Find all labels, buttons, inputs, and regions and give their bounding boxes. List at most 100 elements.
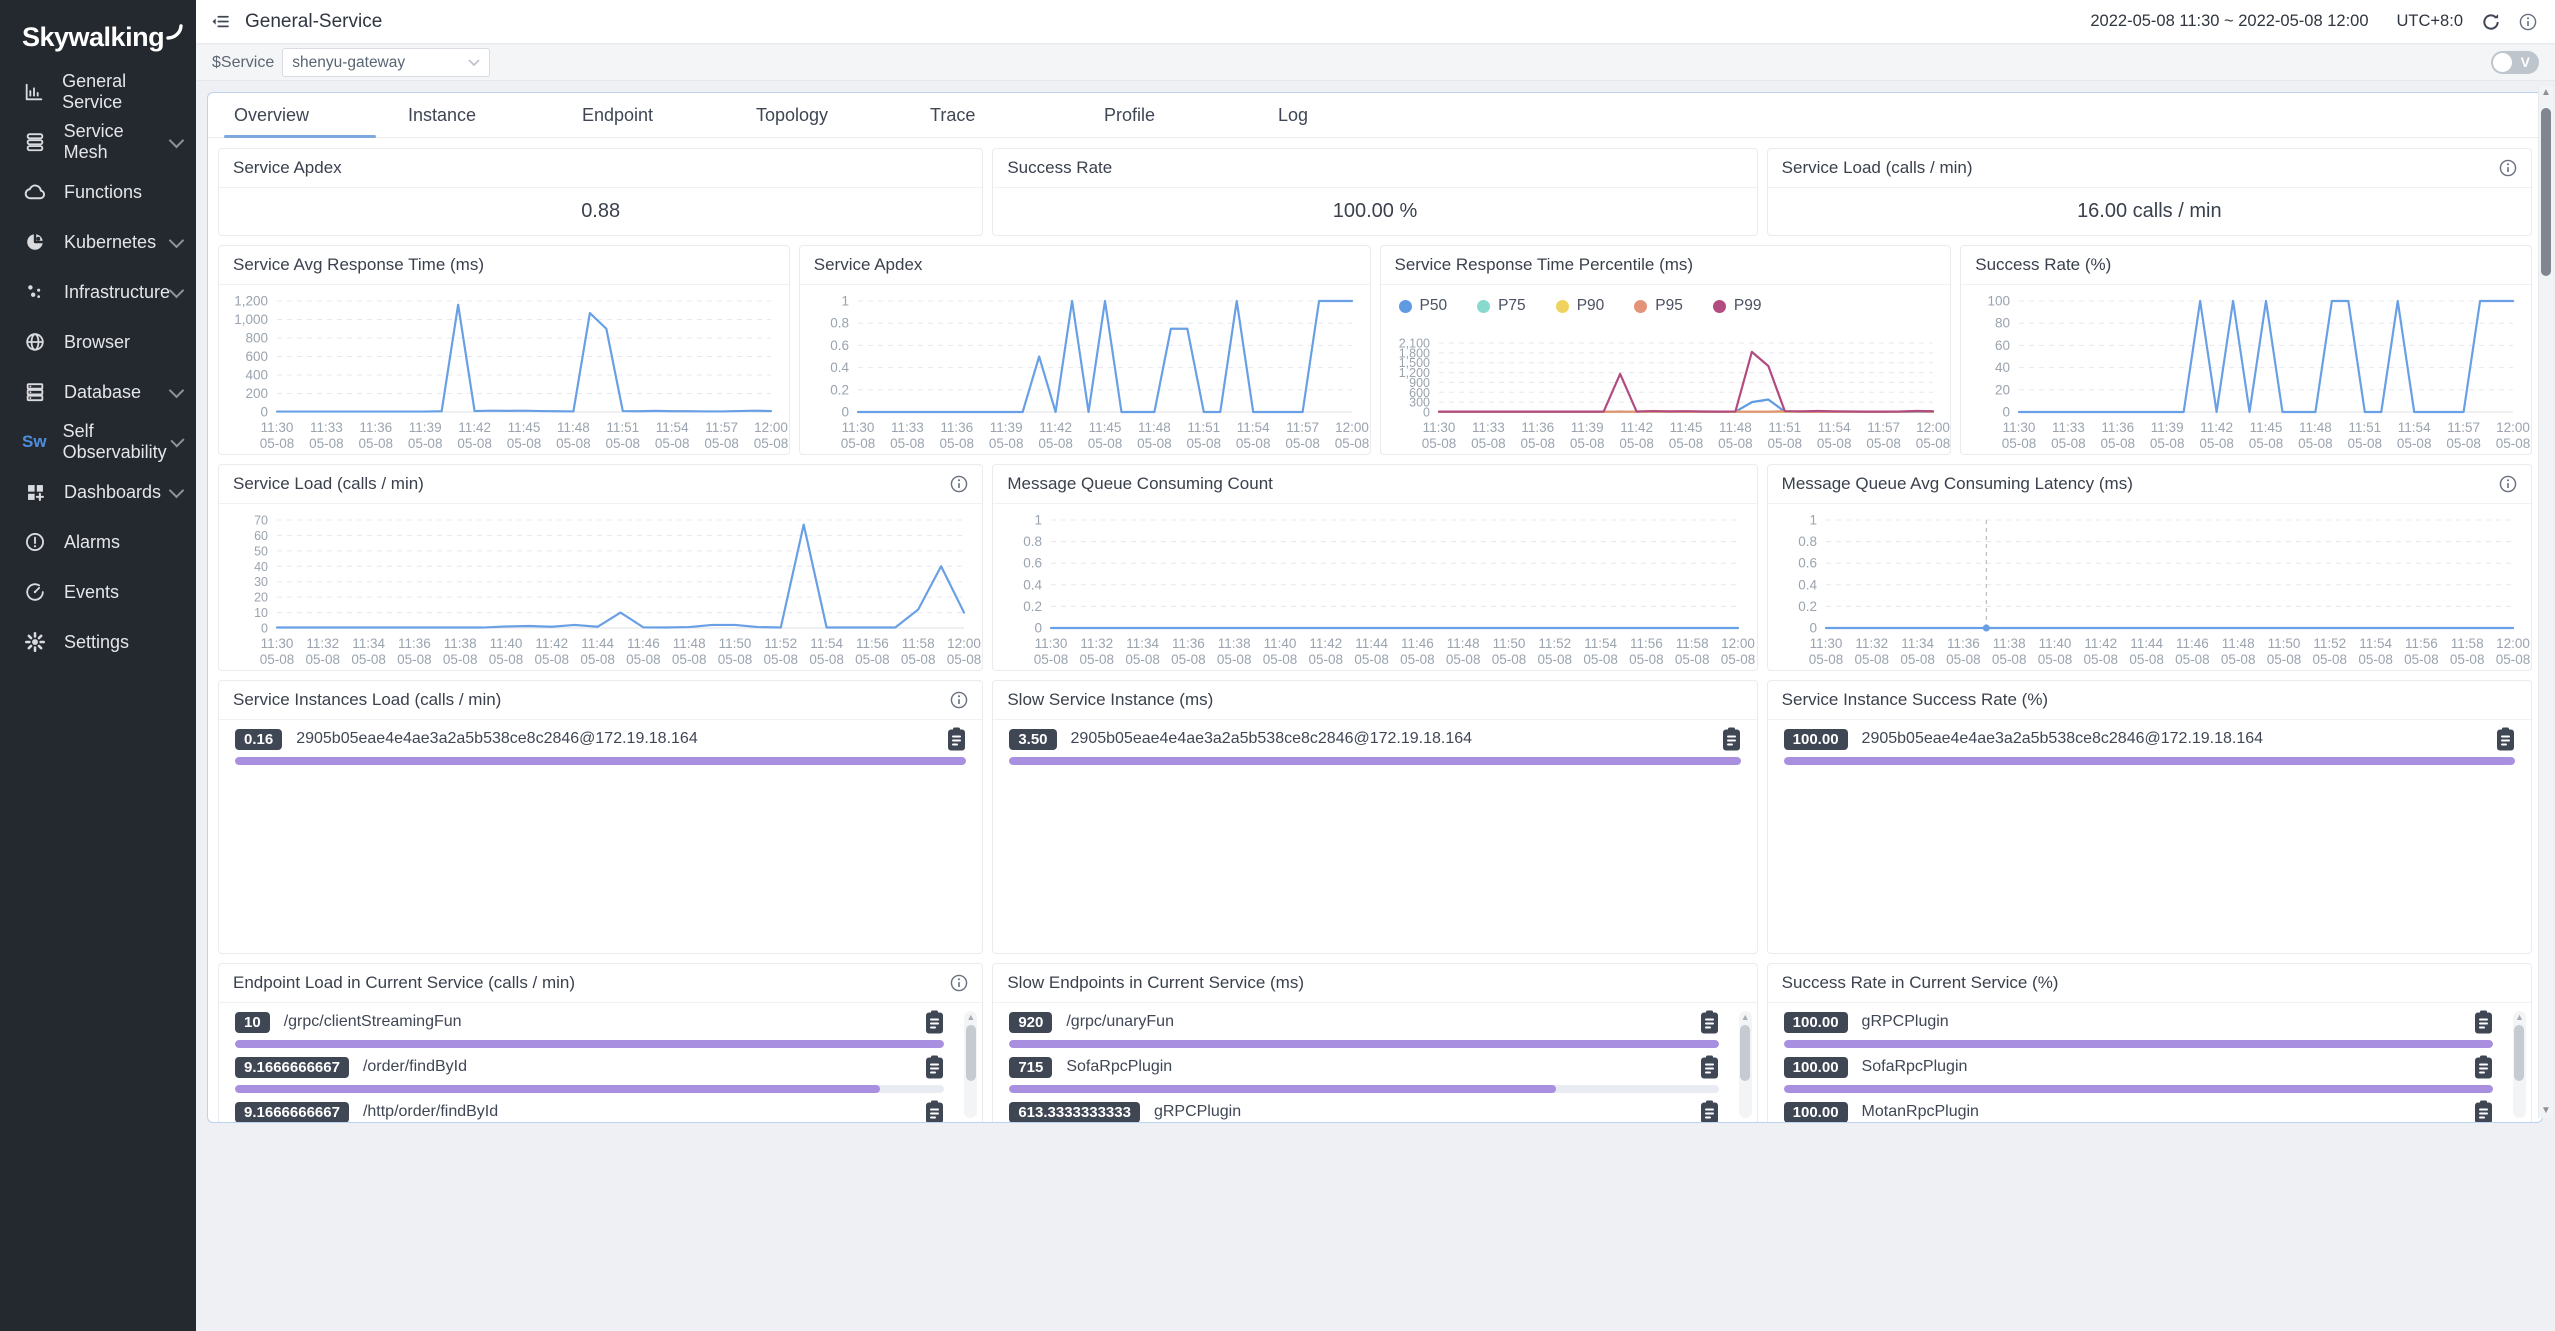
svg-text:0.2: 0.2	[1024, 599, 1043, 614]
card-scrollbar[interactable]: ▲	[964, 1011, 977, 1118]
svg-text:11:32: 11:32	[1855, 636, 1888, 651]
svg-text:12:00: 12:00	[2496, 636, 2530, 651]
view-trend-icon[interactable]	[1700, 1010, 1719, 1034]
scrollbar-thumb[interactable]	[1740, 1025, 1750, 1081]
svg-text:11:46: 11:46	[2176, 636, 2209, 651]
svg-text:0.6: 0.6	[830, 338, 849, 353]
scrollbar-thumb[interactable]	[2514, 1025, 2524, 1081]
svg-text:11:30: 11:30	[1809, 636, 1842, 651]
scrollbar-thumb[interactable]	[966, 1025, 976, 1081]
card-message-queue-consuming-count: Message Queue Consuming Count00.20.40.60…	[992, 464, 1757, 671]
svg-text:11:38: 11:38	[1218, 636, 1251, 651]
legend-item-p90[interactable]: P90	[1556, 297, 1605, 315]
view-trend-icon[interactable]	[2474, 1100, 2493, 1123]
scrollbar-thumb[interactable]	[2541, 108, 2551, 276]
scroll-up-icon[interactable]: ▲	[2513, 1011, 2526, 1023]
page-scrollbar[interactable]: ▲ ▼	[2538, 86, 2553, 1118]
stat-value: 100.00 %	[993, 188, 1756, 235]
sidebar-item-service-mesh[interactable]: Service Mesh	[0, 117, 196, 167]
view-trend-icon[interactable]	[1700, 1100, 1719, 1123]
tab-overview[interactable]: Overview	[212, 93, 386, 137]
scroll-up-icon[interactable]: ▲	[2539, 86, 2553, 100]
sidebar-item-dashboards[interactable]: Dashboards	[0, 467, 196, 517]
svg-text:50: 50	[254, 544, 268, 558]
legend-item-p95[interactable]: P95	[1634, 297, 1683, 315]
info-icon[interactable]	[2499, 159, 2517, 177]
refresh-icon[interactable]	[2481, 12, 2501, 32]
card-title: Service Response Time Percentile (ms)	[1395, 255, 1694, 275]
chart-service-response-time-percentile-ms: P50P75P90P95P9903006009001,2001,5001,800…	[1381, 285, 1951, 454]
info-icon[interactable]	[2519, 13, 2537, 31]
svg-text:05-08: 05-08	[2495, 652, 2530, 667]
legend-dot-icon	[1634, 300, 1647, 313]
svg-text:11:51: 11:51	[2349, 420, 2382, 435]
sidebar-item-database[interactable]: Database	[0, 367, 196, 417]
tab-endpoint[interactable]: Endpoint	[560, 93, 734, 137]
tab-log[interactable]: Log	[1256, 93, 1430, 137]
card-title: Endpoint Load in Current Service (calls …	[233, 973, 575, 993]
service-select[interactable]: shenyu-gateway	[282, 48, 490, 77]
svg-text:0: 0	[261, 622, 268, 636]
svg-text:11:54: 11:54	[656, 420, 689, 435]
svg-text:05-08: 05-08	[840, 436, 875, 451]
card-body: 100.00 %	[993, 188, 1756, 235]
sidebar-item-alarms[interactable]: Alarms	[0, 517, 196, 567]
sidebar-item-infrastructure[interactable]: Infrastructure	[0, 267, 196, 317]
scroll-up-icon[interactable]: ▲	[964, 1011, 977, 1023]
tab-profile[interactable]: Profile	[1082, 93, 1256, 137]
card-title: Service Apdex	[814, 255, 923, 275]
view-trend-icon[interactable]	[2496, 727, 2515, 751]
svg-text:11:33: 11:33	[1472, 420, 1505, 435]
sidebar-item-events[interactable]: Events	[0, 567, 196, 617]
view-trend-icon[interactable]	[925, 1055, 944, 1079]
utc-offset[interactable]: UTC+8:0	[2397, 12, 2463, 31]
card-title: Slow Endpoints in Current Service (ms)	[1007, 973, 1304, 993]
view-trend-icon[interactable]	[2474, 1010, 2493, 1034]
info-icon[interactable]	[950, 475, 968, 493]
svg-text:11:40: 11:40	[2038, 636, 2071, 651]
scroll-up-icon[interactable]: ▲	[1739, 1011, 1752, 1023]
legend-item-p50[interactable]: P50	[1399, 297, 1448, 315]
sidebar-item-kubernetes[interactable]: Kubernetes	[0, 217, 196, 267]
legend-item-p75[interactable]: P75	[1477, 297, 1526, 315]
sw-logo-icon: Sw	[22, 429, 47, 455]
sidebar-item-settings[interactable]: Settings	[0, 617, 196, 667]
collapse-sidebar-icon[interactable]	[210, 11, 231, 32]
metric-list-item: 100.00SofaRpcPlugin	[1768, 1048, 2531, 1093]
view-trend-icon[interactable]	[925, 1100, 944, 1123]
svg-text:0: 0	[1035, 621, 1043, 636]
sidebar-item-functions[interactable]: Functions	[0, 167, 196, 217]
view-trend-icon[interactable]	[947, 727, 966, 751]
view-mode-toggle[interactable]: V	[2491, 51, 2539, 74]
info-icon[interactable]	[2499, 475, 2517, 493]
card-scrollbar[interactable]: ▲	[2513, 1011, 2526, 1118]
sidebar-item-general-service[interactable]: General Service	[0, 67, 196, 117]
legend-dot-icon	[1477, 300, 1490, 313]
sidebar-item-self-observability[interactable]: SwSelf Observability	[0, 417, 196, 467]
svg-text:05-08: 05-08	[457, 436, 492, 451]
view-trend-icon[interactable]	[925, 1010, 944, 1034]
svg-text:05-08: 05-08	[672, 652, 707, 667]
view-trend-icon[interactable]	[1722, 727, 1741, 751]
service-variable-label: $Service	[212, 54, 274, 72]
info-icon[interactable]	[950, 691, 968, 709]
svg-text:05-08: 05-08	[2447, 436, 2482, 451]
scroll-down-icon[interactable]: ▼	[2539, 1104, 2553, 1118]
time-range-picker[interactable]: 2022-05-08 11:30 ~ 2022-05-08 12:00	[2090, 12, 2368, 31]
view-trend-icon[interactable]	[2474, 1055, 2493, 1079]
svg-text:80: 80	[1995, 316, 2010, 331]
view-trend-icon[interactable]	[1700, 1055, 1719, 1079]
svg-text:11:33: 11:33	[310, 420, 343, 435]
info-icon[interactable]	[950, 974, 968, 992]
card-scrollbar[interactable]: ▲	[1739, 1011, 1752, 1118]
sidebar-item-label: Alarms	[64, 532, 120, 553]
legend-item-p99[interactable]: P99	[1713, 297, 1762, 315]
sidebar-item-browser[interactable]: Browser	[0, 317, 196, 367]
tab-trace[interactable]: Trace	[908, 93, 1082, 137]
svg-text:05-08: 05-08	[1334, 436, 1369, 451]
svg-text:05-08: 05-08	[1900, 652, 1935, 667]
progress-bar	[1009, 1040, 1718, 1048]
tab-instance[interactable]: Instance	[386, 93, 560, 137]
svg-text:11:42: 11:42	[1620, 420, 1653, 435]
tab-topology[interactable]: Topology	[734, 93, 908, 137]
